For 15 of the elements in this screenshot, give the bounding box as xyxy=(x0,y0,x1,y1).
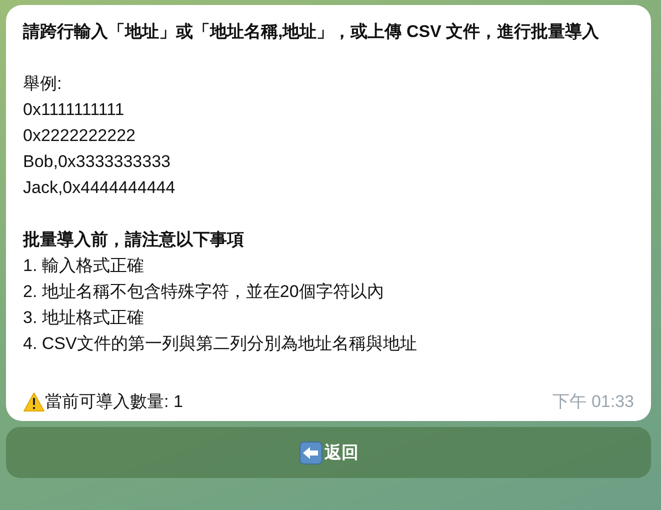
example-line: Jack,0x4444444444 xyxy=(23,177,176,199)
notice-item: 4. CSV文件的第一列與第二列分別為地址名稱與地址 xyxy=(23,333,418,355)
example-line: 0x2222222222 xyxy=(23,125,137,147)
notice-item: 1. 輸入格式正確 xyxy=(23,255,145,277)
status-text: 當前可導入數量: 1 xyxy=(45,391,183,413)
notice-item: 3. 地址格式正確 xyxy=(23,307,145,329)
warning-icon xyxy=(23,392,45,412)
back-button[interactable]: 返回 xyxy=(6,427,651,478)
intro-text: 請跨行輸入「地址」或「地址名稱,地址」，或上傳 CSV 文件，進行批量導入 xyxy=(23,21,600,43)
example-line: Bob,0x3333333333 xyxy=(23,151,172,173)
example-line: 0x1111111111 xyxy=(23,99,126,121)
example-label: 舉例: xyxy=(23,73,63,95)
notice-item: 2. 地址名稱不包含特殊字符，並在20個字符以內 xyxy=(23,281,385,303)
message-time: 下午 01:33 xyxy=(552,391,634,413)
notice-title: 批量導入前，請注意以下事項 xyxy=(23,229,245,251)
